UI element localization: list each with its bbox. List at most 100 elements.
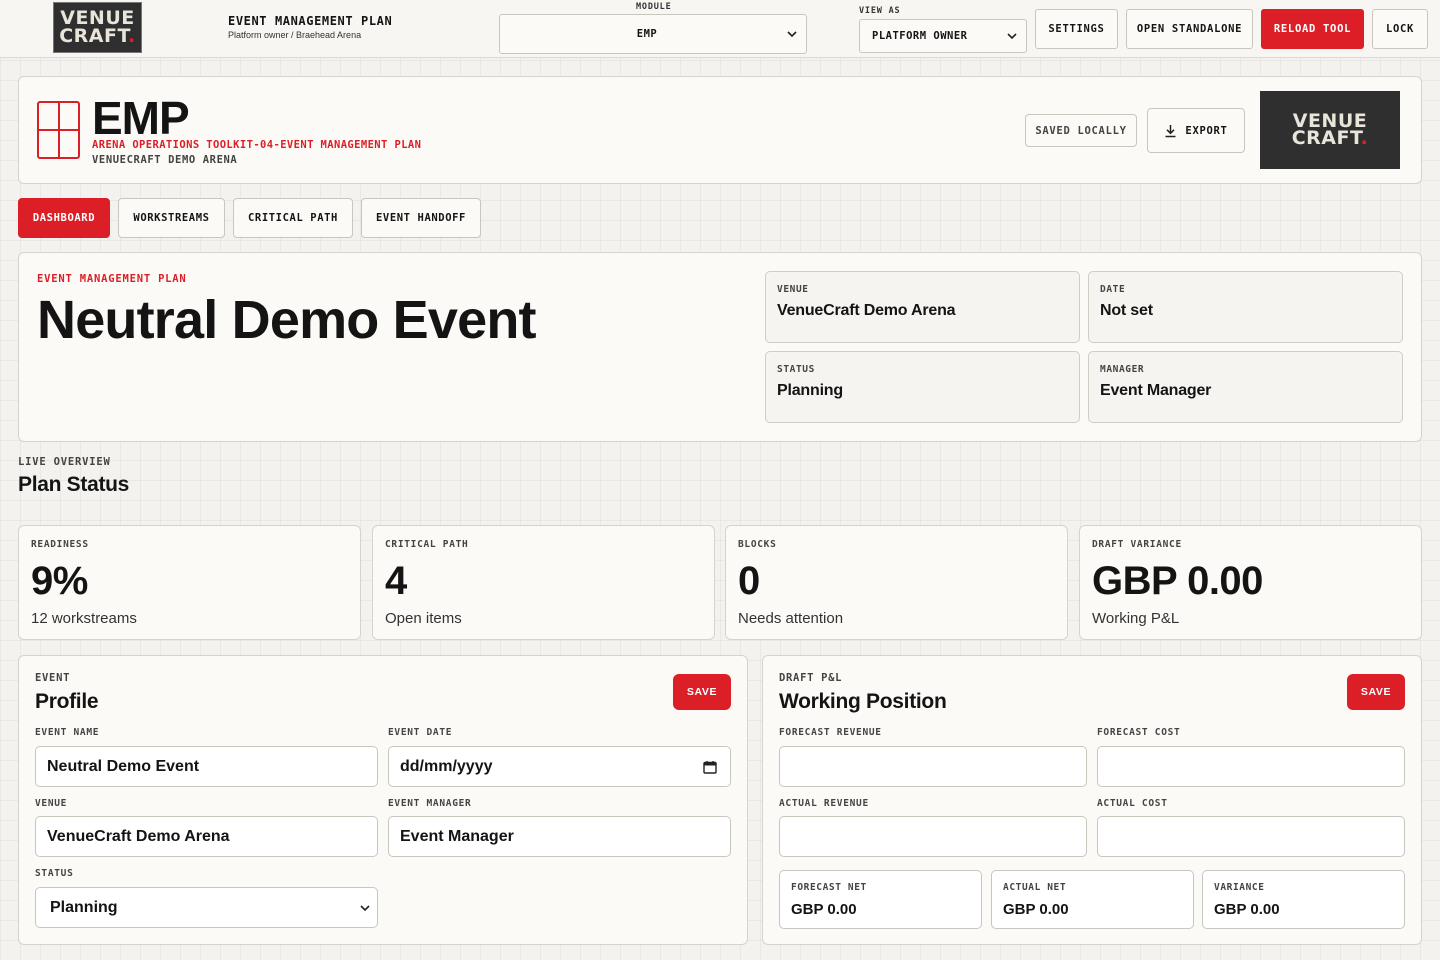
status-label: STATUS [35, 868, 74, 879]
pl-kicker: DRAFT P&L [779, 672, 843, 684]
app-subtitle: Platform owner / Braehead Arena [228, 30, 362, 40]
page-title: EMP [92, 92, 190, 144]
tab-workstreams[interactable]: WORKSTREAMS [118, 198, 225, 238]
stat-label: BLOCKS [738, 539, 777, 550]
export-label: EXPORT [1185, 124, 1228, 137]
view-as-select[interactable]: PLATFORM OWNER [859, 19, 1027, 53]
overview-kicker: LIVE OVERVIEW [18, 456, 111, 468]
forecast-cost-label: FORECAST COST [1097, 727, 1181, 738]
event-date-placeholder: dd/mm/yyyy [400, 757, 493, 775]
venue-subtitle: VENUECRAFT DEMO ARENA [92, 154, 238, 166]
venuecraft-logo: VENUE CRAFT. [1260, 91, 1400, 169]
stat-value: 9% [31, 559, 88, 603]
chevron-down-icon [1007, 33, 1017, 40]
export-button[interactable]: EXPORT [1147, 108, 1245, 153]
toolkit-subtitle: ARENA OPERATIONS TOOLKIT-04-EVENT MANAGE… [92, 139, 422, 151]
output-label: VARIANCE [1214, 882, 1265, 893]
module-value: EMP [636, 28, 658, 40]
actual-revenue-label: ACTUAL REVENUE [779, 798, 869, 809]
tab-dashboard[interactable]: DASHBOARD [18, 198, 110, 238]
stat-label: DRAFT VARIANCE [1092, 539, 1182, 550]
profile-save-button[interactable]: SAVE [673, 674, 731, 710]
module-label: MODULE [636, 2, 672, 12]
stat-value: 0 [738, 559, 760, 603]
app-title: EVENT MANAGEMENT PLAN [228, 14, 393, 28]
info-manager: MANAGER Event Manager [1088, 351, 1403, 423]
grid-logo-icon [37, 101, 80, 159]
header-card: EMP ARENA OPERATIONS TOOLKIT-04-EVENT MA… [18, 76, 1422, 184]
profile-card: EVENT Profile SAVE EVENT NAME Neutral De… [18, 655, 748, 945]
stat-sub: Open items [385, 610, 462, 627]
logo-line2: CRAFT. [1291, 127, 1369, 149]
calendar-icon[interactable] [703, 760, 717, 774]
event-title: Neutral Demo Event [37, 290, 537, 350]
profile-title: Profile [35, 690, 99, 713]
event-hero-card: EVENT MANAGEMENT PLAN Neutral Demo Event… [18, 252, 1422, 442]
info-value: Event Manager [1100, 382, 1212, 399]
info-label: VENUE [777, 284, 809, 295]
info-value: Not set [1100, 302, 1153, 319]
info-label: DATE [1100, 284, 1126, 295]
stat-sub: Working P&L [1092, 610, 1180, 627]
stat-label: READINESS [31, 539, 89, 550]
forecast-revenue-input[interactable] [779, 746, 1087, 787]
stat-sub: Needs attention [738, 610, 844, 627]
logo-line2: CRAFT. [59, 24, 136, 47]
view-as-label: VIEW AS [859, 6, 901, 16]
output-value: GBP 0.00 [791, 901, 857, 918]
download-icon [1165, 124, 1176, 137]
reload-tool-button[interactable]: RELOAD TOOL [1261, 9, 1364, 49]
info-label: STATUS [777, 364, 815, 375]
lock-button[interactable]: LOCK [1372, 9, 1428, 49]
info-value: VenueCraft Demo Arena [777, 302, 956, 319]
saved-status-badge: SAVED LOCALLY [1025, 114, 1137, 147]
info-label: MANAGER [1100, 364, 1145, 375]
module-select[interactable]: EMP [499, 14, 807, 54]
event-manager-label: EVENT MANAGER [388, 798, 472, 809]
stat-readiness: READINESS 9% 12 workstreams [18, 525, 361, 640]
forecast-revenue-label: FORECAST REVENUE [779, 727, 882, 738]
info-status: STATUS Planning [765, 351, 1080, 423]
pl-title: Working Position [779, 690, 947, 713]
venue-input[interactable]: VenueCraft Demo Arena [35, 816, 378, 857]
actual-net-tile: ACTUAL NET GBP 0.00 [991, 870, 1194, 929]
output-value: GBP 0.00 [1214, 901, 1280, 918]
output-value: GBP 0.00 [1003, 901, 1069, 918]
output-label: FORECAST NET [791, 882, 867, 893]
pl-card: DRAFT P&L Working Position SAVE FORECAST… [762, 655, 1422, 945]
event-date-input[interactable]: dd/mm/yyyy [388, 746, 731, 787]
stat-value: 4 [385, 559, 407, 603]
info-value: Planning [777, 382, 843, 399]
pl-save-button[interactable]: SAVE [1347, 674, 1405, 710]
event-name-input[interactable]: Neutral Demo Event [35, 746, 378, 787]
stat-label: CRITICAL PATH [385, 539, 469, 550]
actual-cost-input[interactable] [1097, 816, 1405, 857]
stat-critical-path: CRITICAL PATH 4 Open items [372, 525, 715, 640]
stat-draft-variance: DRAFT VARIANCE GBP 0.00 Working P&L [1079, 525, 1422, 640]
event-manager-input[interactable]: Event Manager [388, 816, 731, 857]
forecast-net-tile: FORECAST NET GBP 0.00 [779, 870, 982, 929]
open-standalone-button[interactable]: OPEN STANDALONE [1126, 9, 1253, 49]
chevron-down-icon [787, 31, 797, 38]
info-venue: VENUE VenueCraft Demo Arena [765, 271, 1080, 343]
actual-revenue-input[interactable] [779, 816, 1087, 857]
actual-cost-label: ACTUAL COST [1097, 798, 1168, 809]
output-label: ACTUAL NET [1003, 882, 1067, 893]
event-date-label: EVENT DATE [388, 727, 453, 738]
status-select[interactable]: Planning [35, 887, 378, 928]
stat-sub: 12 workstreams [31, 610, 137, 627]
overview-title: Plan Status [18, 473, 130, 496]
stat-blocks: BLOCKS 0 Needs attention [725, 525, 1068, 640]
variance-tile: VARIANCE GBP 0.00 [1202, 870, 1405, 929]
forecast-cost-input[interactable] [1097, 746, 1405, 787]
settings-button[interactable]: SETTINGS [1035, 9, 1118, 49]
info-date: DATE Not set [1088, 271, 1403, 343]
event-name-label: EVENT NAME [35, 727, 100, 738]
status-value: Planning [50, 898, 118, 916]
tab-critical-path[interactable]: CRITICAL PATH [233, 198, 353, 238]
view-as-value: PLATFORM OWNER [872, 30, 968, 42]
venuecraft-logo[interactable]: VENUE CRAFT. [53, 2, 142, 53]
top-bar: VENUE CRAFT. EVENT MANAGEMENT PLAN Platf… [0, 0, 1440, 58]
tab-event-handoff[interactable]: EVENT HANDOFF [361, 198, 481, 238]
stat-value: GBP 0.00 [1092, 559, 1263, 603]
